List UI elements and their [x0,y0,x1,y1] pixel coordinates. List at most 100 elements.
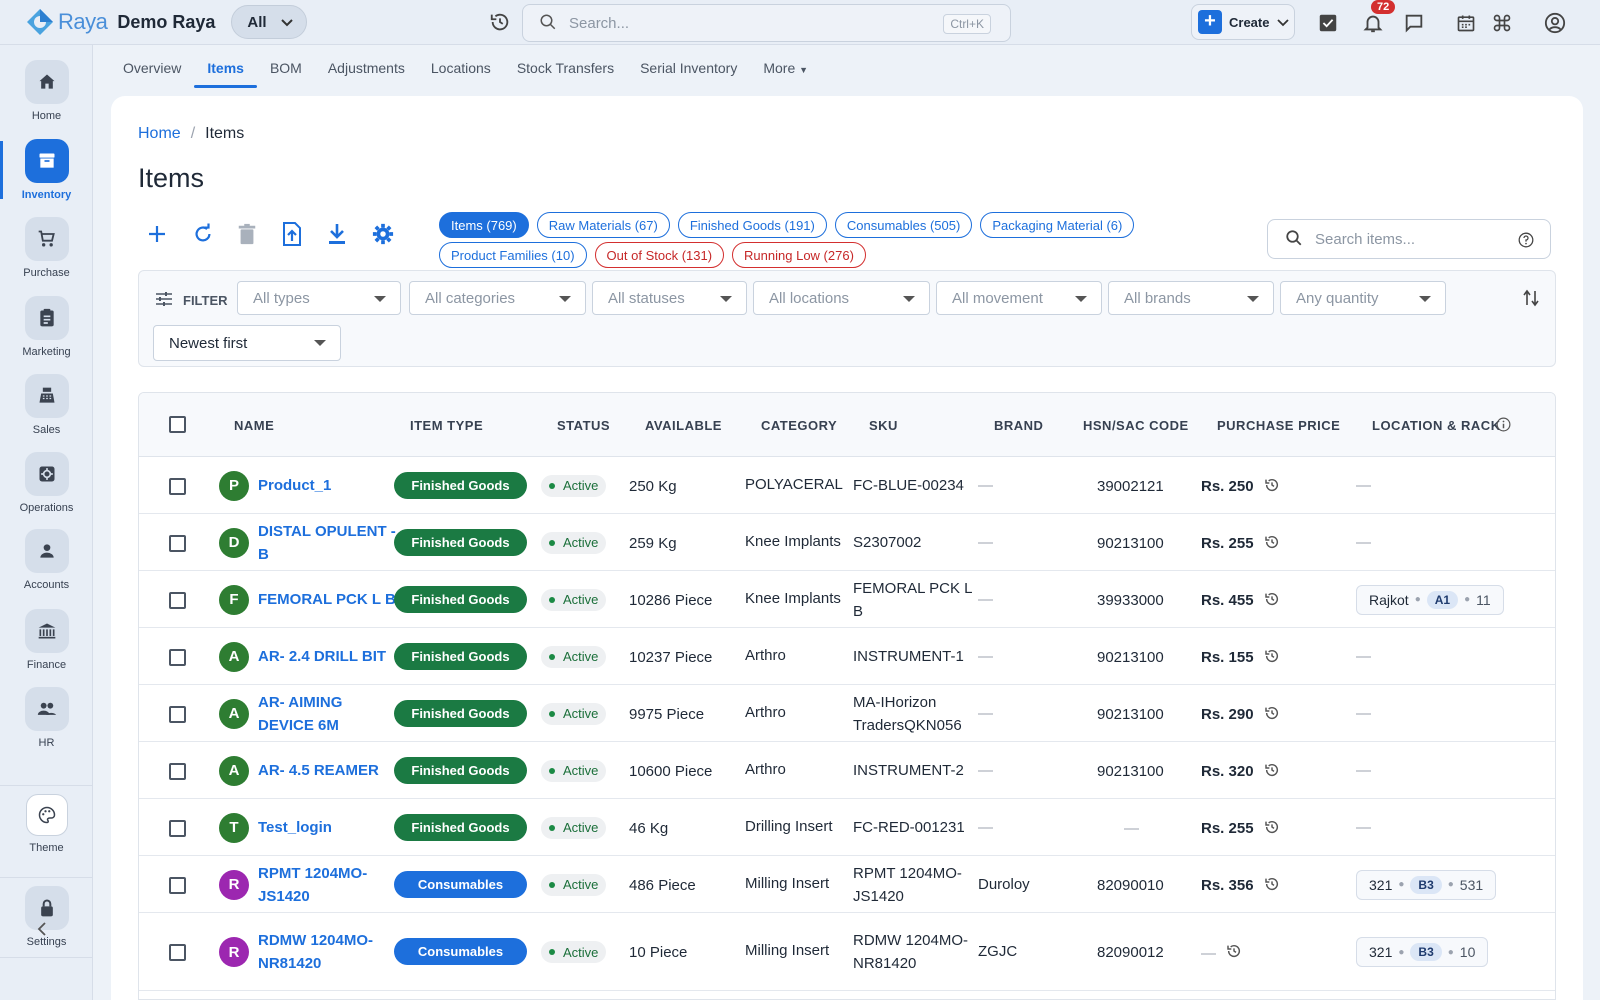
refresh-button[interactable] [192,222,237,248]
table-row[interactable]: A AR- 2.4 DRILL BIT Finished Goods Active 10… [139,628,1555,685]
global-search-input[interactable] [569,14,929,32]
sidebar-item-hr[interactable]: HR [0,687,93,759]
brand-filter[interactable]: All brands [1108,281,1274,315]
chevron-left-icon[interactable] [36,922,48,939]
column-header-status[interactable]: STATUS [557,418,610,433]
sidebar-item-inventory[interactable]: Inventory [0,139,93,211]
history-icon[interactable] [1264,534,1280,554]
tab-items[interactable]: Items [194,48,257,88]
item-name-link[interactable]: FEMORAL PCK L B [258,588,398,611]
row-checkbox[interactable] [169,477,186,495]
tab-adjustments[interactable]: Adjustments [315,48,418,88]
history-icon[interactable] [489,11,511,36]
tab-bom[interactable]: BOM [257,48,315,88]
history-icon[interactable] [1264,648,1280,668]
table-row[interactable]: A AR- 4.5 REAMER Finished Goods Active 10600… [139,742,1555,799]
table-row[interactable]: P Product_1 Finished Goods Active 250 Kg POLY… [139,457,1555,514]
column-header-name[interactable]: NAME [234,418,274,433]
sidebar-item-purchase[interactable]: Purchase [0,217,93,289]
table-row[interactable]: T Test_login Finished Goods Active 46 Kg Dril… [139,799,1555,856]
items-search-input[interactable] [1315,230,1515,248]
location-rack-chip[interactable]: 321 ● B3 ● 531 [1356,869,1497,900]
column-header-purchase-price[interactable]: PURCHASE PRICE [1217,418,1340,433]
column-header-hsn[interactable]: HSN/SAC CODE [1083,418,1189,433]
chat-icon[interactable] [1401,10,1427,36]
global-search[interactable]: Ctrl+K [522,4,1011,42]
location-rack-chip[interactable]: 321 ● B3 ● 10 [1356,937,1489,967]
command-icon[interactable] [1489,10,1515,36]
sidebar-item-theme[interactable]: Theme [0,794,93,866]
account-circle-icon[interactable] [1542,10,1568,36]
tab-locations[interactable]: Locations [418,48,504,88]
item-name-link[interactable]: RDMW 1204MO-NR81420 (COPPER) [258,929,398,975]
history-icon[interactable] [1264,762,1280,782]
table-row[interactable]: F FEMORAL PCK L B Finished Goods Active 1028… [139,571,1555,628]
tab-overview[interactable]: Overview [110,48,194,88]
sidebar-item-accounts[interactable]: Accounts [0,529,93,601]
info-icon[interactable] [1496,417,1511,435]
tab-serial-inventory[interactable]: Serial Inventory [627,48,750,88]
import-button[interactable] [282,221,327,248]
category-filter[interactable]: All categories [409,281,586,315]
chip-packaging-material[interactable]: Packaging Material (6) [980,212,1135,238]
history-icon[interactable] [1264,819,1280,839]
table-row[interactable]: D DISTAL OPULENT - B Finished Goods Active 2… [139,514,1555,571]
table-row[interactable]: A AR- AIMING DEVICE 6M Finished Goods Activ… [139,685,1555,742]
chip-consumables[interactable]: Consumables (505) [834,212,973,238]
item-name-link[interactable]: AR- 2.4 DRILL BIT [258,645,398,668]
chip-running-low[interactable]: Running Low (276) [732,242,866,268]
item-name-link[interactable]: AR- 4.5 REAMER [258,759,398,782]
item-name-link[interactable]: DISTAL OPULENT - B [258,520,398,566]
add-item-button[interactable] [147,222,192,248]
item-name-link[interactable]: Product_1 [258,474,398,497]
item-name-link[interactable]: Test_login [258,816,398,839]
create-button[interactable]: + Create [1191,4,1295,40]
sidebar-item-finance[interactable]: Finance [0,609,93,681]
row-checkbox[interactable] [169,762,186,780]
column-header-available[interactable]: AVAILABLE [645,418,722,433]
row-checkbox[interactable] [169,534,186,552]
tasks-icon[interactable] [1315,10,1341,36]
items-search[interactable] [1267,219,1551,259]
brand[interactable]: Raya Demo Raya [26,8,215,36]
chip-raw-materials[interactable]: Raw Materials (67) [536,212,670,238]
breadcrumb-home[interactable]: Home [138,125,181,143]
column-header-item-type[interactable]: ITEM TYPE [410,418,483,433]
download-button[interactable] [327,222,372,248]
history-icon[interactable] [1264,705,1280,725]
sort-direction-icon[interactable] [1523,289,1539,310]
tab-stock-transfers[interactable]: Stock Transfers [504,48,627,88]
table-row[interactable]: RRDMW 1204MO-NR81420 (COPPER)Consumables… [139,913,1555,991]
item-name-link[interactable]: RPMT 1204MO-JS1420 [258,862,398,908]
quantity-filter[interactable]: Any quantity [1280,281,1446,315]
chip-items[interactable]: Items (769) [439,212,529,238]
history-icon[interactable] [1264,591,1280,611]
history-icon[interactable] [1226,943,1242,963]
chip-finished-goods[interactable]: Finished Goods (191) [677,212,827,238]
row-checkbox[interactable] [169,705,186,723]
scope-select[interactable]: All [231,5,308,39]
table-row[interactable]: R RPMT 1204MO-JS1420 Consumables Active 486 … [139,856,1555,913]
chip-out-of-stock[interactable]: Out of Stock (131) [594,242,725,268]
location-rack-chip[interactable]: Rajkot ● A1 ● 11 [1356,584,1504,615]
row-checkbox[interactable] [169,648,186,666]
status-filter[interactable]: All statuses [592,281,747,315]
row-checkbox[interactable] [169,819,186,837]
column-header-brand[interactable]: BRAND [994,418,1043,433]
sort-select[interactable]: Newest first [153,325,341,361]
column-header-sku[interactable]: SKU [869,418,898,433]
history-icon[interactable] [1264,876,1280,896]
column-header-category[interactable]: CATEGORY [761,418,837,433]
row-checkbox[interactable] [169,944,186,961]
item-name-link[interactable]: AR- AIMING DEVICE 6M [258,691,398,737]
sidebar-item-marketing[interactable]: Marketing [0,296,93,368]
sidebar-item-operations[interactable]: Operations [0,452,93,524]
history-icon[interactable] [1264,477,1280,497]
help-icon[interactable] [1518,232,1534,251]
movement-filter[interactable]: All movement [936,281,1102,315]
row-checkbox[interactable] [169,591,186,609]
column-header-location[interactable]: LOCATION & RACK [1372,418,1501,433]
row-checkbox[interactable] [169,876,186,894]
sidebar-item-home[interactable]: Home [0,60,93,132]
select-all-checkbox[interactable] [169,416,186,433]
